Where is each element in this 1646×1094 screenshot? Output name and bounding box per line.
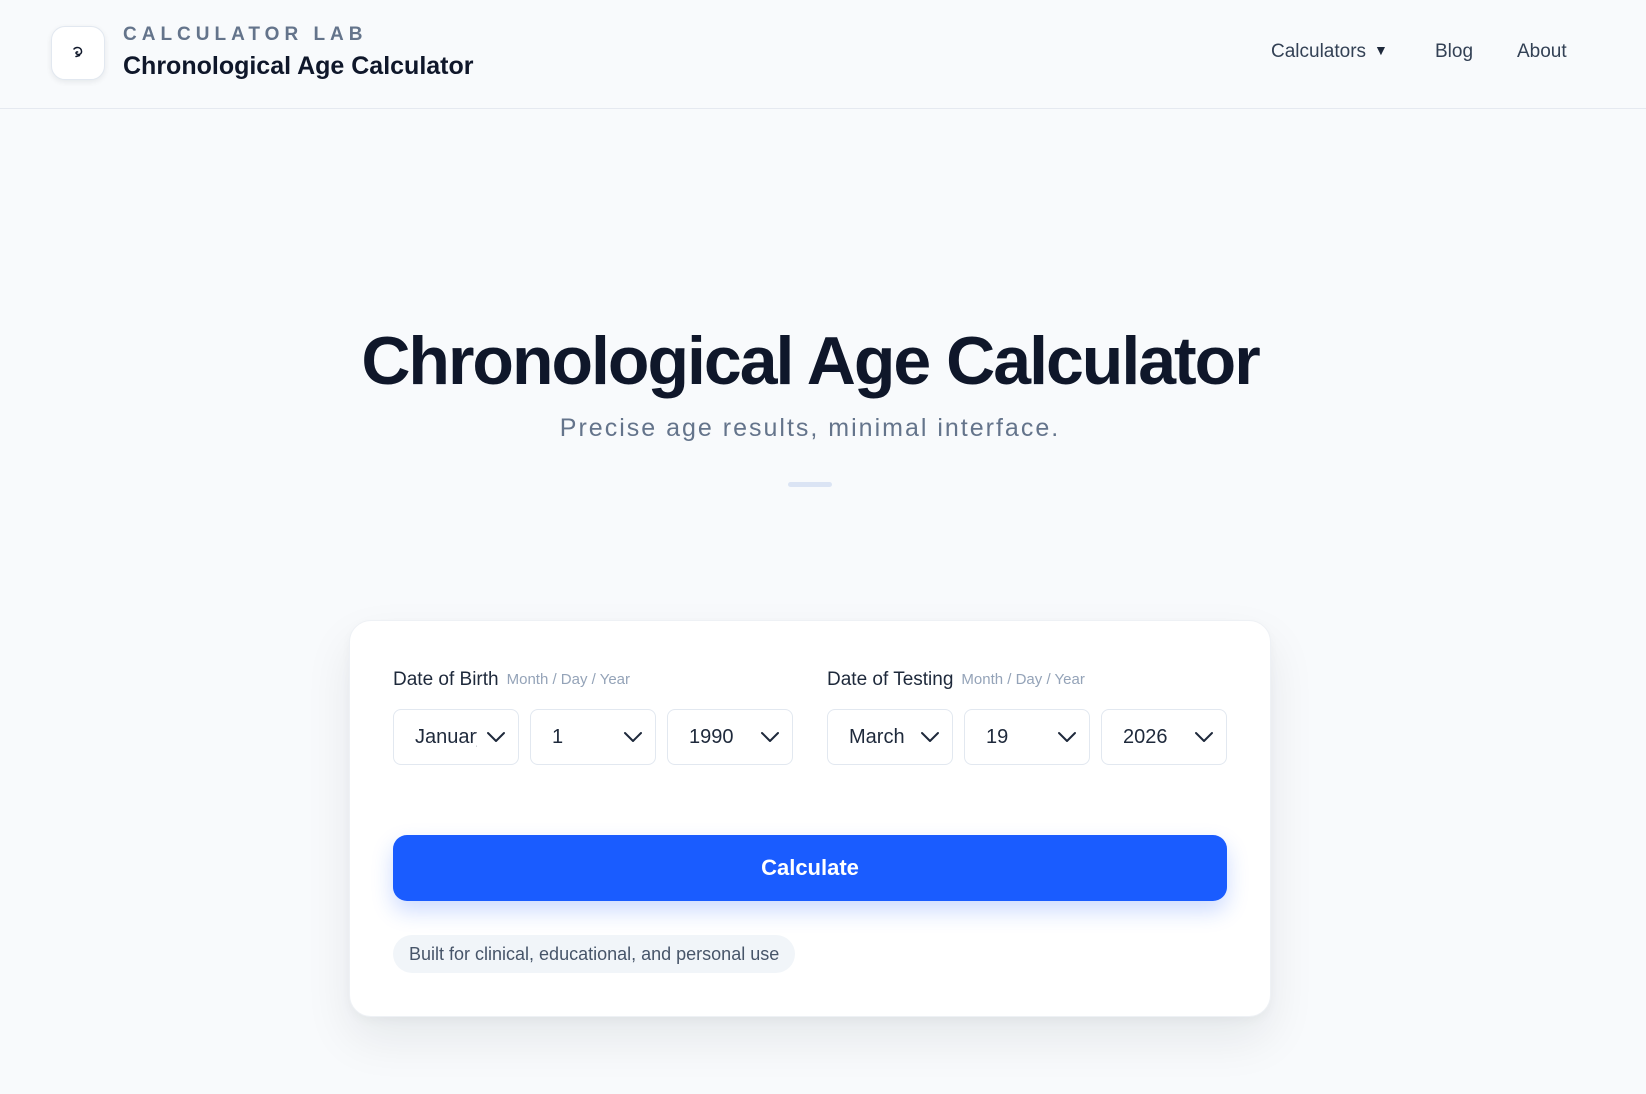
- birth-day-value: 1: [552, 726, 564, 748]
- birth-year-select[interactable]: 1990: [667, 709, 793, 765]
- birth-month-select[interactable]: January: [393, 709, 519, 765]
- testing-date-label-text: Date of Testing: [827, 669, 954, 690]
- calculate-button[interactable]: Calculate: [393, 835, 1227, 901]
- spiral-icon: [73, 46, 83, 58]
- page-subtitle: Precise age results, minimal interface.: [559, 414, 1061, 442]
- site-header: CALCULATOR LAB Chronological Age Calcula…: [0, 0, 1646, 109]
- caret-down-icon: ▼: [1374, 42, 1388, 58]
- nav-blog-link[interactable]: Blog: [1435, 41, 1473, 63]
- birth-year-value: 1990: [689, 726, 734, 748]
- hero-divider: [788, 482, 832, 487]
- chevron-down-icon: [487, 732, 505, 742]
- chevron-down-icon: [921, 732, 939, 742]
- birth-date-label: Date of Birth Month / Day / Year: [393, 669, 630, 691]
- testing-date-label: Date of Testing Month / Day / Year: [827, 669, 1085, 691]
- nav-about-link[interactable]: About: [1517, 41, 1567, 63]
- calculator-card: Date of Birth Month / Day / Year Date of …: [349, 620, 1271, 1017]
- brand-eyebrow: CALCULATOR LAB: [123, 24, 368, 45]
- birth-day-select[interactable]: 1: [530, 709, 656, 765]
- testing-year-value: 2026: [1123, 726, 1168, 748]
- testing-month-value: March: [849, 726, 905, 748]
- testing-date-hint: Month / Day / Year: [961, 671, 1085, 688]
- birth-date-hint: Month / Day / Year: [506, 671, 631, 688]
- logo[interactable]: [51, 26, 105, 80]
- chevron-down-icon: [1058, 732, 1076, 742]
- chevron-down-icon: [1195, 732, 1213, 742]
- chevron-down-icon: [624, 732, 642, 742]
- birth-month-value: January: [415, 726, 477, 748]
- birth-date-label-text: Date of Birth: [393, 669, 499, 690]
- page-title: Chronological Age Calculator: [361, 323, 1260, 399]
- brand-title[interactable]: Chronological Age Calculator: [123, 52, 474, 81]
- testing-month-select[interactable]: March: [827, 709, 953, 765]
- nav-calculators-dropdown[interactable]: Calculators ▼: [1271, 41, 1388, 63]
- testing-day-value: 19: [986, 726, 1009, 748]
- testing-day-select[interactable]: 19: [964, 709, 1090, 765]
- testing-year-select[interactable]: 2026: [1101, 709, 1227, 765]
- nav-calculators-label: Calculators: [1271, 41, 1367, 62]
- chevron-down-icon: [761, 732, 779, 742]
- usage-note-badge: Built for clinical, educational, and per…: [393, 935, 796, 973]
